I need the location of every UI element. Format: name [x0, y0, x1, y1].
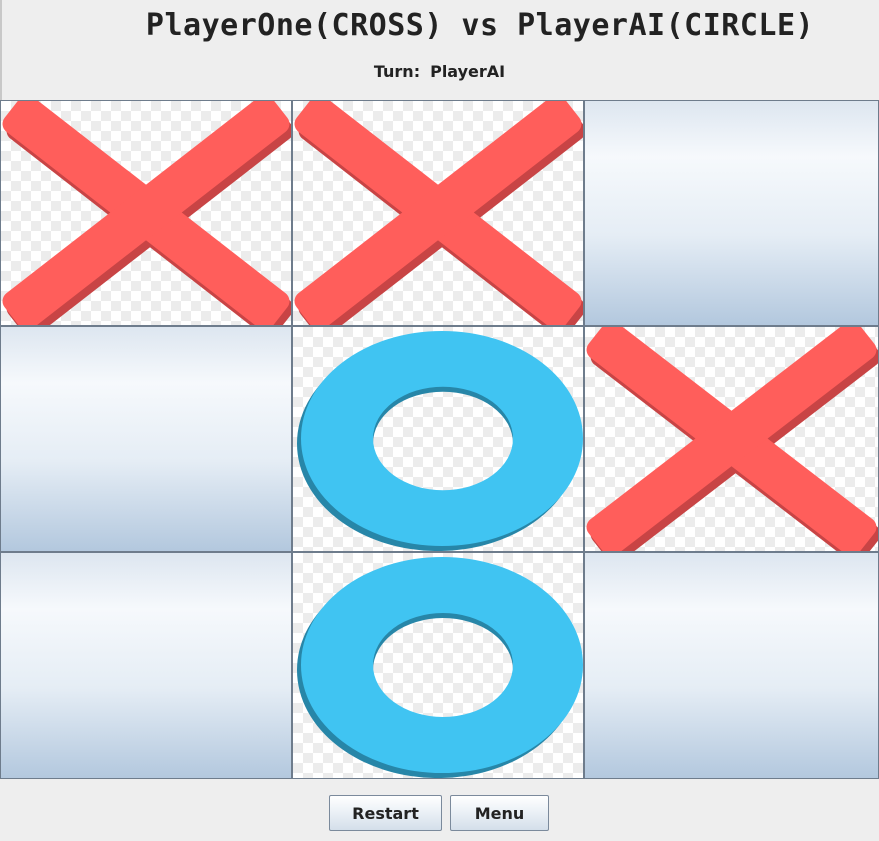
turn-indicator: Turn: PlayerAI	[0, 62, 879, 81]
turn-label: Turn:	[373, 62, 421, 81]
game-board	[0, 100, 879, 779]
board-cell-r3-c3[interactable]	[584, 552, 879, 779]
turn-player: PlayerAI	[430, 62, 506, 81]
circle-icon	[297, 330, 583, 551]
circle-icon	[297, 556, 583, 778]
cross-icon	[2, 101, 291, 325]
board-cell-r3-c2[interactable]	[292, 552, 584, 779]
footer: Restart Menu	[0, 779, 879, 841]
board-cell-r2-c3[interactable]	[584, 326, 879, 552]
board-cell-r2-c1[interactable]	[0, 326, 292, 552]
board-cell-r1-c3[interactable]	[584, 100, 879, 326]
header: PlayerOne(CROSS) vs PlayerAI(CIRCLE) Tur…	[0, 0, 879, 100]
menu-button[interactable]: Menu	[450, 795, 549, 831]
cross-icon	[586, 327, 878, 551]
board-cell-r3-c1[interactable]	[0, 552, 292, 779]
board-cell-r1-c1[interactable]	[0, 100, 292, 326]
board-cell-r1-c2[interactable]	[292, 100, 584, 326]
board-cell-r2-c2[interactable]	[292, 326, 584, 552]
restart-button[interactable]: Restart	[329, 795, 442, 831]
match-title: PlayerOne(CROSS) vs PlayerAI(CIRCLE)	[145, 8, 815, 43]
cross-icon	[294, 101, 583, 325]
